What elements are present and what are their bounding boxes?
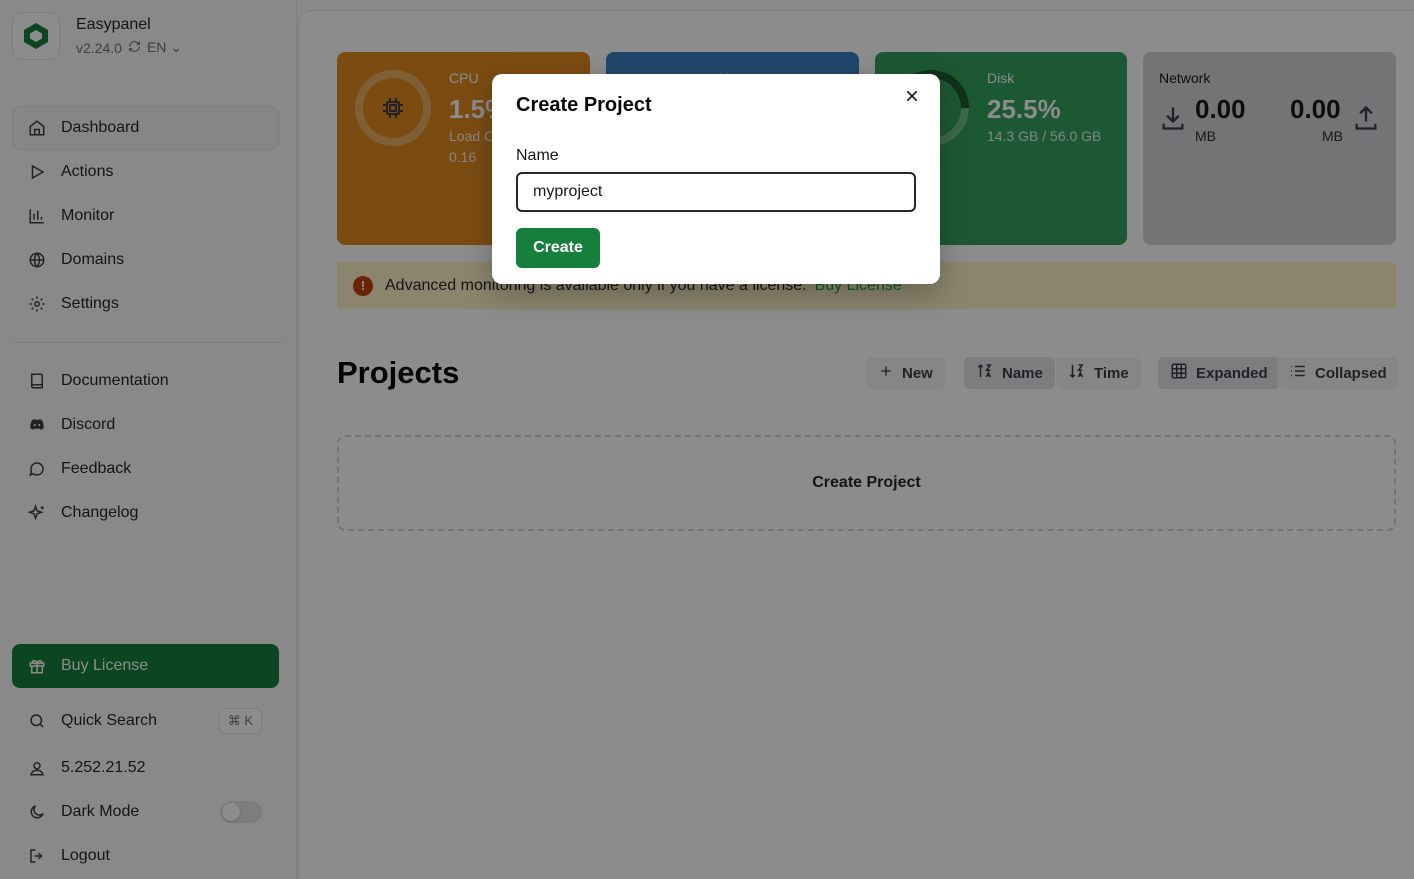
close-dialog-button[interactable] <box>902 88 922 108</box>
close-icon <box>904 88 920 109</box>
project-name-input[interactable] <box>516 172 916 212</box>
create-project-dialog: Create Project Name Create <box>492 74 940 284</box>
create-button[interactable]: Create <box>516 228 600 268</box>
name-field-label: Name <box>516 147 559 164</box>
dialog-title: Create Project <box>516 94 652 116</box>
